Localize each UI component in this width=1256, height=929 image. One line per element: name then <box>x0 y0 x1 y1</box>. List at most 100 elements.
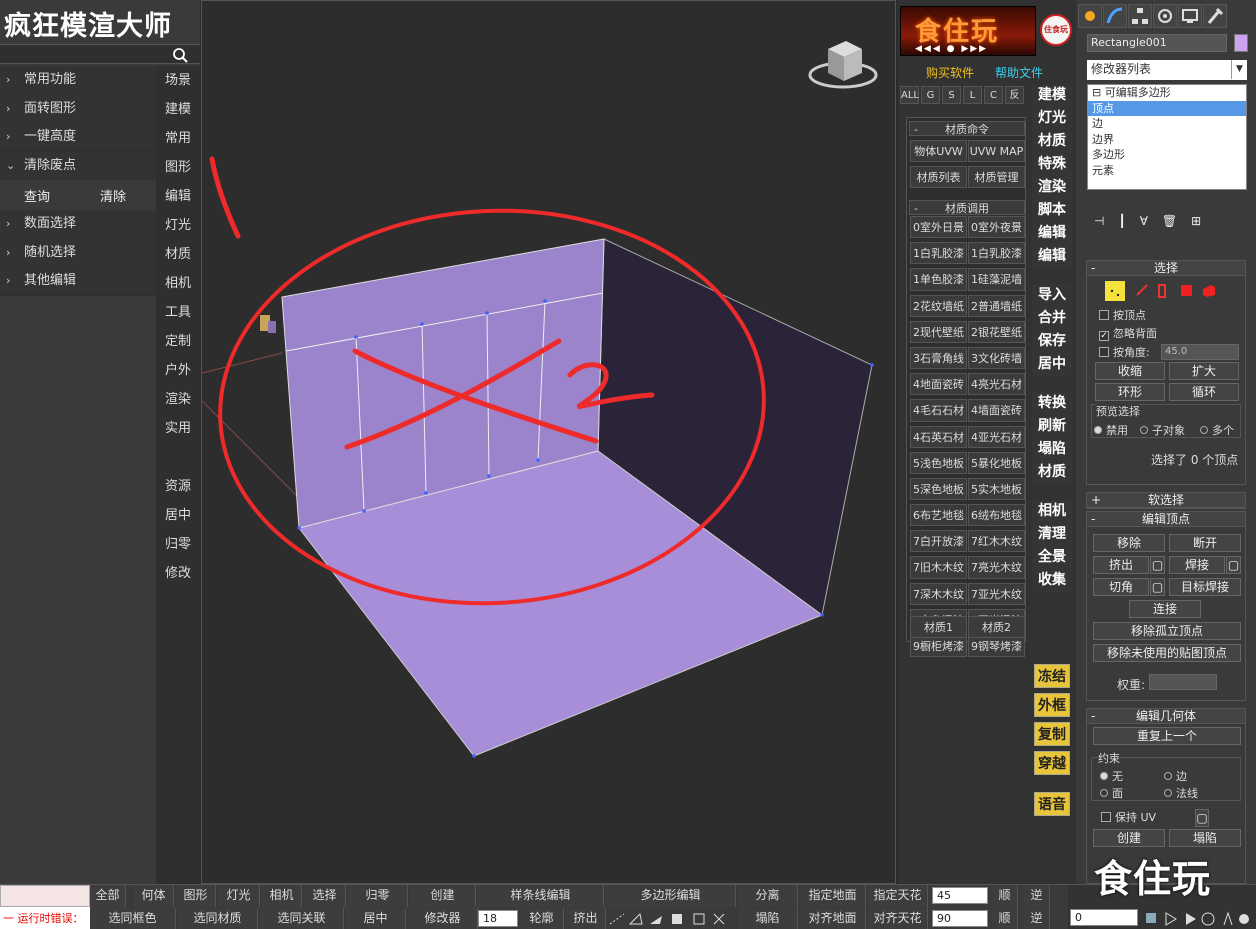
weight-field[interactable] <box>1149 674 1217 690</box>
repeat-last-button[interactable]: 重复上一个 <box>1093 727 1241 745</box>
rollout-header[interactable]: + 软选择 <box>1087 493 1245 508</box>
loop-button[interactable]: 循环 <box>1169 383 1239 401</box>
material-preset-button[interactable]: 7白开放漆 <box>910 530 967 553</box>
action-button[interactable]: 居中 <box>1032 353 1072 376</box>
toolbar-button[interactable]: 分离 <box>738 885 798 907</box>
toolbar-button[interactable]: 选同框色 <box>90 908 176 929</box>
toolbar-button[interactable]: 居中 <box>346 908 406 929</box>
object-color-swatch[interactable] <box>1234 34 1248 52</box>
menu-item-random-select[interactable]: › 随机选择 <box>0 238 156 267</box>
toolbar-button[interactable]: 挤出 <box>566 908 606 929</box>
remove-isolated-button[interactable]: 移除孤立顶点 <box>1093 622 1241 640</box>
collapse-button[interactable]: 塌陷 <box>1169 829 1241 847</box>
material-preset-button[interactable]: 3石膏角线 <box>910 346 967 370</box>
toolbar-button[interactable]: 何体 <box>134 885 174 907</box>
spinner-field-2[interactable]: 90 <box>932 910 988 927</box>
rollout-header[interactable]: - 选择 <box>1087 261 1245 276</box>
action-button[interactable]: 导入 <box>1032 284 1072 307</box>
ignore-backface-checkbox[interactable]: ✓ 忽略背面 <box>1099 325 1157 341</box>
toolbar-button[interactable]: 样条线编辑 <box>478 885 604 907</box>
material-preset-button[interactable]: 0室外夜景 <box>968 216 1025 239</box>
material-preset-button[interactable]: 2普通墙纸 <box>968 294 1025 317</box>
rollout-header[interactable]: - 编辑几何体 <box>1087 709 1245 724</box>
viewport-canvas[interactable] <box>202 1 897 885</box>
navigation-icons[interactable] <box>1144 909 1254 929</box>
stack-item[interactable]: 边 <box>1088 116 1246 132</box>
rollout-header[interactable]: - 编辑顶点 <box>1087 512 1245 527</box>
action-button[interactable]: 材质 <box>1032 130 1072 153</box>
menu-item-face-to-shape[interactable]: › 面转图形 <box>0 94 156 123</box>
by-angle-checkbox[interactable]: 按角度: <box>1099 344 1150 360</box>
toolbar-button[interactable]: 创建 <box>410 885 476 907</box>
toolbar-button[interactable]: 塌陷 <box>738 908 798 929</box>
material-preset-button[interactable]: 4墙面瓷砖 <box>968 399 1025 422</box>
toolbar-button[interactable]: 图形 <box>176 885 216 907</box>
material-preset-button[interactable]: 7旧木木纹 <box>910 556 967 579</box>
toolbar-button[interactable]: 指定地面 <box>800 885 866 907</box>
category-item[interactable]: 资源 <box>156 472 200 501</box>
constraint-face-radio[interactable]: 面 <box>1100 785 1123 801</box>
search-icon[interactable] <box>172 47 188 63</box>
material-preset-button[interactable]: 4石英石材 <box>910 425 967 448</box>
target-weld-button[interactable]: 目标焊接 <box>1169 578 1241 596</box>
spinner-field-1[interactable]: 45 <box>932 887 988 904</box>
utilities-tab-icon[interactable] <box>1203 4 1227 28</box>
filter-button[interactable]: C <box>984 86 1003 104</box>
category-item[interactable]: 户外 <box>156 356 200 385</box>
connect-button[interactable]: 连接 <box>1129 600 1201 618</box>
pin-stack-icon[interactable]: ⊣ <box>1094 214 1104 228</box>
break-button[interactable]: 断开 <box>1169 534 1241 552</box>
action-button[interactable]: 渲染 <box>1032 176 1072 199</box>
toolbar-button[interactable]: 相机 <box>262 885 302 907</box>
banner-controls[interactable]: ◀◀◀ ● ▶▶▶ <box>915 44 988 54</box>
make-unique-icon[interactable]: ∀ <box>1140 214 1148 228</box>
material-preset-button[interactable]: 2现代壁纸 <box>910 320 967 343</box>
by-vertex-checkbox[interactable]: 按顶点 <box>1099 307 1146 323</box>
object-name-field[interactable]: Rectangle001 <box>1087 34 1227 52</box>
category-item[interactable]: 修改 <box>156 559 200 588</box>
search-bar[interactable] <box>0 44 200 64</box>
viewcube-icon[interactable] <box>808 41 878 89</box>
material-preset-button[interactable]: 4亚光石材 <box>968 425 1025 448</box>
runtime-error-status[interactable]: 一 运行时错误： <box>0 885 90 929</box>
action-button[interactable]: 收集 <box>1032 569 1072 592</box>
menu-item-other-edit[interactable]: › 其他编辑 <box>0 267 156 296</box>
modify-tab-icon[interactable] <box>1103 4 1127 28</box>
category-item[interactable]: 工具 <box>156 298 200 327</box>
category-item[interactable]: 编辑 <box>156 182 200 211</box>
material-preset-button[interactable]: 4亮光石材 <box>968 373 1025 396</box>
configure-sets-icon[interactable]: ⊞ <box>1191 214 1201 228</box>
status-input[interactable] <box>0 885 90 907</box>
grow-button[interactable]: 扩大 <box>1169 362 1239 380</box>
category-item[interactable]: 灯光 <box>156 211 200 240</box>
action-button[interactable]: 清理 <box>1032 523 1072 546</box>
remove-modifier-icon[interactable]: 🗑 <box>1162 214 1177 228</box>
constraint-none-radio[interactable]: 无 <box>1100 768 1123 784</box>
action-button[interactable]: 相机 <box>1032 500 1072 523</box>
create-button[interactable]: 创建 <box>1093 829 1165 847</box>
material-preset-button[interactable]: 2银花壁纸 <box>968 320 1025 343</box>
material-command-button[interactable]: UVW MAP <box>968 140 1025 162</box>
chamfer-settings-icon[interactable]: ▢ <box>1150 578 1165 596</box>
remove-button[interactable]: 移除 <box>1093 534 1165 552</box>
stack-item[interactable]: 边界 <box>1088 132 1246 148</box>
material-command-button[interactable]: 物体UVW <box>910 140 967 162</box>
display-tab-icon[interactable] <box>1178 4 1202 28</box>
category-item[interactable]: 材质 <box>156 240 200 269</box>
toolbar-button[interactable]: 全部 <box>90 885 126 907</box>
toolbar-button[interactable]: 多边形编辑 <box>606 885 736 907</box>
extrude-button[interactable]: 挤出 <box>1093 556 1149 574</box>
material-preset-button[interactable]: 5实木地板 <box>968 477 1025 501</box>
material-preset-button[interactable]: 5暴化地板 <box>968 451 1025 474</box>
filter-button[interactable]: ALL <box>900 86 919 104</box>
3d-viewport[interactable] <box>201 0 896 884</box>
toolbar-button[interactable]: 对齐地面 <box>800 908 866 929</box>
toolbar-button[interactable]: 修改器 <box>408 908 478 929</box>
stack-item[interactable]: 多边形 <box>1088 147 1246 163</box>
menu-item-common[interactable]: › 常用功能 <box>0 66 156 95</box>
toolbar-button[interactable]: 灯光 <box>218 885 260 907</box>
toolbar-button[interactable]: 归零 <box>348 885 408 907</box>
category-item[interactable]: 建模 <box>156 95 200 124</box>
action-button[interactable]: 穿越 <box>1034 751 1070 775</box>
weld-settings-icon[interactable]: ▢ <box>1226 556 1241 574</box>
